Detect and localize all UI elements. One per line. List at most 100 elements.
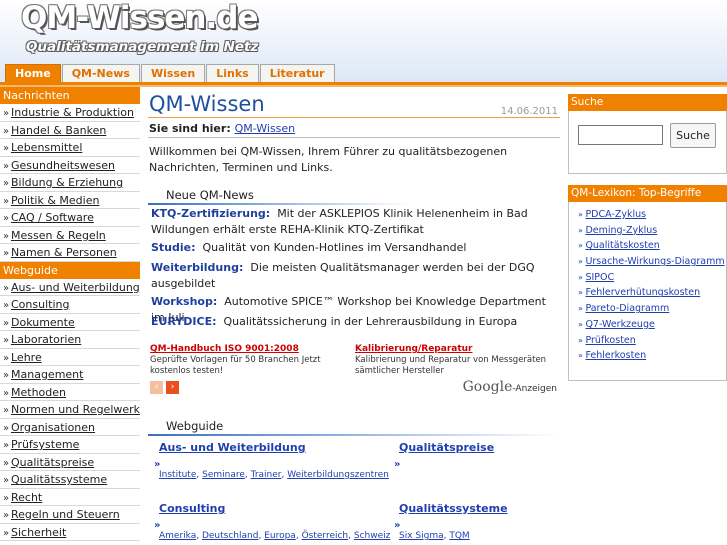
nav-item-label[interactable]: Methoden — [11, 386, 66, 399]
nav-item-normen-und-regelwerke[interactable]: » Normen und Regelwerke — [0, 401, 140, 419]
webguide-category-title[interactable]: Qualitätssysteme — [399, 502, 508, 515]
ad-next-button[interactable]: › — [166, 381, 179, 394]
nav-item-aus-und-weiterbildung[interactable]: » Aus- und Weiterbildung — [0, 279, 140, 296]
nav-item-label[interactable]: Lehre — [11, 351, 42, 364]
lexikon-item-link[interactable]: Fehlerverhütungskosten — [585, 287, 700, 298]
webguide-sublink[interactable]: Amerika — [159, 531, 196, 541]
tab-links[interactable]: Links — [206, 64, 259, 83]
nav-item-lebensmittel[interactable]: » Lebensmittel — [0, 139, 140, 157]
lexikon-item-link[interactable]: Fehlerkosten — [585, 350, 646, 361]
tab-literatur[interactable]: Literatur — [259, 64, 335, 83]
nav-item-label[interactable]: Management — [11, 368, 83, 381]
nav-item-handel-banken[interactable]: » Handel & Banken — [0, 122, 140, 139]
site-logo[interactable]: QM-Wissen.de — [21, 0, 258, 36]
nav-item-label[interactable]: Qualitätssysteme — [11, 473, 107, 486]
nav-item-label[interactable]: Qualitätspreise — [11, 456, 94, 469]
lexikon-item-pdca-zyklus[interactable]: » PDCA-Zyklus — [569, 207, 726, 223]
lexikon-item-ursache-wirkungs-diagramm[interactable]: » Ursache-Wirkungs-Diagramm — [569, 254, 726, 270]
nav-item-lehre[interactable]: » Lehre — [0, 349, 140, 366]
nav-item-sicherheit[interactable]: » Sicherheit — [0, 524, 140, 541]
lexikon-item-link[interactable]: Deming-Zyklus — [585, 225, 657, 236]
lexikon-item-q7-werkzeuge[interactable]: » Q7-Werkzeuge — [569, 317, 726, 333]
tab-home[interactable]: Home — [5, 64, 61, 83]
ad-item[interactable]: Kalibrierung/Reparatur Kalibrierung und … — [355, 344, 555, 377]
ad-title[interactable]: Kalibrierung/Reparatur — [355, 344, 472, 354]
lexikon-item-link[interactable]: Ursache-Wirkungs-Diagramm — [585, 256, 724, 267]
lexikon-item-fehlerverhuetungskosten[interactable]: » Fehlerverhütungskosten — [569, 285, 726, 301]
lexikon-item-deming-zyklus[interactable]: » Deming-Zyklus — [569, 223, 726, 239]
lexikon-item-qualitaetskosten[interactable]: » Qualitätskosten — [569, 238, 726, 254]
nav-item-label[interactable]: Lebensmittel — [11, 141, 82, 154]
nav-item-consulting[interactable]: » Consulting — [0, 296, 140, 314]
webguide-sublink[interactable]: Six Sigma — [399, 531, 444, 541]
webguide-sublink[interactable]: Institute — [159, 470, 196, 480]
nav-item-label[interactable]: Sicherheit — [11, 526, 66, 539]
search-input[interactable] — [578, 125, 663, 145]
breadcrumb-link-qm-wissen[interactable]: QM-Wissen — [235, 122, 296, 135]
lexikon-item-link[interactable]: Q7-Werkzeuge — [585, 319, 654, 330]
nav-item-label[interactable]: CAQ / Software — [11, 211, 94, 224]
lexikon-item-pruefkosten[interactable]: » Prüfkosten — [569, 333, 726, 349]
nav-item-recht[interactable]: » Recht — [0, 489, 140, 506]
lexikon-item-link[interactable]: PDCA-Zyklus — [585, 209, 646, 220]
nav-item-politik-medien[interactable]: » Politik & Medien — [0, 192, 140, 209]
nav-item-caq-software[interactable]: » CAQ / Software — [0, 209, 140, 227]
nav-item-label[interactable]: Laboratorien — [11, 333, 81, 346]
nav-item-industrie-produktion[interactable]: » Industrie & Produktion — [0, 104, 140, 122]
nav-item-label[interactable]: Organisationen — [11, 421, 95, 434]
nav-item-laboratorien[interactable]: » Laboratorien — [0, 331, 140, 349]
nav-item-messen-regeln[interactable]: » Messen & Regeln — [0, 227, 140, 244]
nav-item-regeln-und-steuern[interactable]: » Regeln und Steuern — [0, 506, 140, 524]
lexikon-item-pareto-diagramm[interactable]: » Pareto-Diagramm — [569, 301, 726, 317]
nav-item-label[interactable]: Messen & Regeln — [11, 229, 106, 242]
tab-wissen[interactable]: Wissen — [140, 64, 206, 83]
news-item[interactable]: KTQ-Zertifizierung: Mit der ASKLEPIOS Kl… — [151, 206, 561, 238]
nav-item-qualitaetspreise[interactable]: » Qualitätspreise — [0, 454, 140, 471]
nav-item-label[interactable]: Aus- und Weiterbildung — [11, 281, 140, 294]
news-item[interactable]: EURYDICE: Qualitätssicherung in der Lehr… — [151, 314, 561, 330]
nav-item-label[interactable]: Politik & Medien — [11, 194, 99, 207]
webguide-sublink[interactable]: Seminare — [202, 470, 245, 480]
nav-item-bildung-erziehung[interactable]: » Bildung & Erziehung — [0, 174, 140, 192]
nav-item-label[interactable]: Normen und Regelwerke — [11, 403, 140, 416]
nav-item-label[interactable]: Industrie & Produktion — [11, 106, 134, 119]
lexikon-item-link[interactable]: SIPOC — [585, 272, 614, 283]
nav-item-dokumente[interactable]: » Dokumente — [0, 314, 140, 331]
nav-item-gesundheitswesen[interactable]: » Gesundheitswesen — [0, 157, 140, 174]
nav-item-label[interactable]: Regeln und Steuern — [11, 508, 120, 521]
webguide-category-title[interactable]: Consulting — [159, 502, 225, 515]
ad-item[interactable]: QM-Handbuch ISO 9001:2008 Geprüfte Vorla… — [150, 344, 350, 377]
nav-item-qualitaetssysteme[interactable]: » Qualitätssysteme — [0, 471, 140, 489]
nav-item-label[interactable]: Recht — [11, 491, 42, 504]
webguide-sublink[interactable]: Deutschland — [202, 531, 258, 541]
nav-item-pruefsysteme[interactable]: » Prüfsysteme — [0, 436, 140, 454]
webguide-category-title[interactable]: Aus- und Weiterbildung — [159, 441, 306, 454]
webguide-category-title[interactable]: Qualitätspreise — [399, 441, 494, 454]
webguide-sublink[interactable]: Trainer — [251, 470, 282, 480]
lexikon-item-link[interactable]: Qualitätskosten — [585, 240, 659, 251]
ad-title[interactable]: QM-Handbuch ISO 9001:2008 — [150, 344, 299, 354]
webguide-sublink[interactable]: TQM — [449, 531, 469, 541]
lexikon-item-fehlerkosten[interactable]: » Fehlerkosten — [569, 348, 726, 364]
news-item[interactable]: Studie: Qualität von Kunden-Hotlines im … — [151, 240, 561, 256]
lexikon-item-sipoc[interactable]: » SIPOC — [569, 270, 726, 286]
nav-item-label[interactable]: Namen & Personen — [11, 246, 117, 259]
webguide-sublink[interactable]: Europa — [264, 531, 296, 541]
nav-item-namen-personen[interactable]: » Namen & Personen — [0, 244, 140, 262]
lexikon-item-link[interactable]: Pareto-Diagramm — [585, 303, 669, 314]
lexikon-item-link[interactable]: Prüfkosten — [585, 335, 635, 346]
nav-item-label[interactable]: Handel & Banken — [11, 124, 106, 137]
nav-item-label[interactable]: Dokumente — [11, 316, 75, 329]
nav-item-methoden[interactable]: » Methoden — [0, 384, 140, 401]
ad-prev-button[interactable]: ‹ — [150, 381, 163, 394]
news-item[interactable]: Weiterbildung: Die meisten Qualitätsmana… — [151, 260, 561, 292]
webguide-sublink[interactable]: Weiterbildungszentren — [287, 470, 389, 480]
nav-item-label[interactable]: Prüfsysteme — [11, 438, 79, 451]
nav-item-label[interactable]: Consulting — [11, 298, 69, 311]
nav-item-organisationen[interactable]: » Organisationen — [0, 419, 140, 436]
nav-item-label[interactable]: Gesundheitswesen — [11, 159, 115, 172]
nav-item-management[interactable]: » Management — [0, 366, 140, 384]
search-button[interactable]: Suche — [670, 123, 716, 148]
google-ads-label[interactable]: Google-Anzeigen — [463, 379, 557, 395]
nav-item-label[interactable]: Bildung & Erziehung — [11, 176, 123, 189]
